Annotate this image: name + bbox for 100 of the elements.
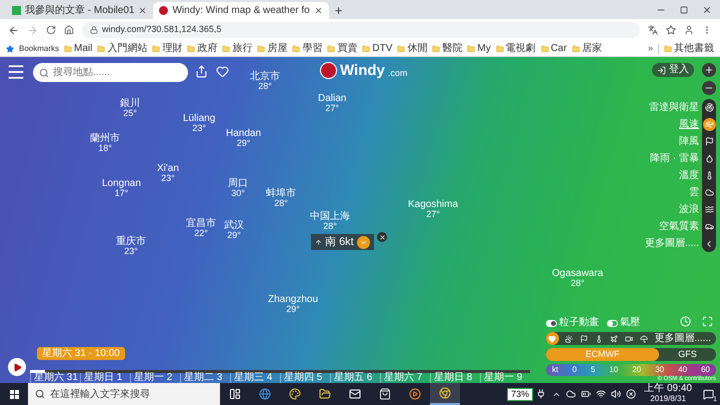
palette-icon [289, 388, 301, 400]
city-label: 重庆市 23° [116, 237, 146, 256]
heart-icon[interactable] [216, 65, 229, 78]
home-icon[interactable] [64, 25, 74, 35]
profile-icon[interactable] [684, 25, 694, 35]
folder-icon [97, 44, 106, 52]
login-button[interactable]: 登入 [652, 63, 694, 77]
wifi-icon[interactable] [596, 389, 606, 399]
bookmark-folder[interactable]: 休閒 [397, 44, 428, 54]
battery-indicator: 73% [507, 388, 534, 400]
bookmark-folder[interactable]: 其他書籤 [658, 44, 714, 54]
bookmark-folder[interactable]: 入門網站 [97, 44, 148, 54]
radar-icon [704, 103, 714, 112]
cloud-sun-icon [564, 334, 573, 342]
close-icon[interactable] [138, 6, 148, 15]
city-label: Dalian 27° [318, 94, 346, 113]
toggle-label: 氣壓 [620, 318, 640, 328]
bookmark-folder[interactable]: 學習 [292, 44, 322, 54]
dropdown-button[interactable] [356, 236, 370, 248]
close-icon[interactable] [314, 6, 323, 15]
play-button[interactable] [8, 358, 26, 376]
taskbar-app[interactable] [430, 383, 460, 405]
more-bookmarks-button[interactable]: » [648, 42, 653, 56]
wind-reading: 南 6kt [325, 236, 354, 248]
cloud-icon[interactable] [566, 389, 576, 399]
more-layers-link[interactable]: 更多圖層...... [654, 334, 711, 344]
legend-value: 20 [632, 366, 642, 374]
bookmark-folder[interactable]: 電視劇 [496, 44, 536, 54]
video-icon [625, 334, 634, 342]
flag-icon [704, 137, 714, 146]
restore-icon[interactable] [680, 6, 688, 14]
fullscreen-icon[interactable] [702, 316, 713, 327]
toggle-switch[interactable] [607, 320, 618, 326]
reload-icon[interactable] [46, 25, 56, 35]
bookmark-folder[interactable]: 房屋 [257, 44, 288, 54]
battery-icon[interactable] [581, 389, 592, 399]
translate-icon[interactable] [648, 25, 658, 35]
bookmark-folder[interactable]: 理財 [152, 44, 182, 54]
bookmark-folder[interactable]: Car [540, 44, 567, 54]
folder-icon [540, 44, 549, 52]
car-icon [704, 222, 714, 231]
legend-unit: kt [552, 366, 558, 374]
favorite-layer-button[interactable] [546, 332, 559, 345]
share-icon[interactable] [195, 65, 208, 78]
legend-value: 10 [609, 366, 618, 374]
new-tab-button[interactable]: + [328, 2, 348, 19]
bookmark-folder[interactable]: 醫院 [432, 44, 462, 54]
lock-icon [90, 26, 98, 34]
windows-icon [10, 390, 18, 398]
site-icon [159, 6, 168, 15]
folder-icon [496, 44, 504, 52]
url-field[interactable]: windy.com/?30.581,124.365,5 [82, 22, 640, 38]
error-icon[interactable] [626, 389, 636, 399]
bookmark-folder[interactable]: 買賣 [327, 44, 358, 54]
clock-icon[interactable] [680, 316, 691, 327]
layer-button[interactable] [702, 118, 716, 131]
folder-icon [64, 44, 72, 52]
browser-tab[interactable]: Windy: Wind map & weather fo [153, 2, 329, 19]
back-icon[interactable] [8, 24, 19, 36]
legend-value: 5 [590, 366, 596, 374]
task-view-icon [229, 388, 241, 400]
toggle-switch[interactable] [546, 320, 557, 326]
close-button[interactable] [377, 232, 387, 242]
bookmark-folder[interactable]: 旅行 [222, 44, 252, 54]
plane-icon [610, 334, 618, 342]
zoom-out-button[interactable] [702, 81, 716, 95]
layer-button[interactable] [702, 101, 716, 114]
bookmark-folder[interactable]: DTV [362, 44, 392, 54]
legend-value: 0 [572, 366, 577, 374]
city-label: 中国上海 28° [310, 212, 350, 231]
zoom-in-button[interactable] [702, 63, 716, 77]
bookmark-star-icon[interactable] [666, 25, 676, 35]
bookmark-folder[interactable]: 居家 [572, 44, 602, 54]
folder-icon [152, 44, 160, 52]
bookmark-folder[interactable]: Mail [64, 44, 92, 54]
city-label: Kagoshima 27° [408, 200, 458, 219]
model-option[interactable]: GFS [659, 348, 716, 361]
clock-area[interactable]: 上午 09:40 2019/8/31 [644, 384, 692, 404]
city-label: Zhangzhou 29° [268, 295, 318, 314]
city-label: 宜昌市 22° [186, 219, 216, 238]
bookmark-folder[interactable]: 政府 [187, 44, 218, 54]
toggle-label: 粒子動畫 [559, 318, 599, 328]
city-label: Lüliang 23° [183, 114, 216, 133]
close-icon[interactable] [702, 4, 712, 14]
tab-title: Windy: Wind map & weather fo [172, 6, 310, 16]
bookmark-folder[interactable]: My [467, 44, 491, 54]
folder-icon [327, 44, 336, 52]
folder-icon [397, 44, 406, 52]
search-field[interactable]: 搜尋地點...... [33, 63, 188, 82]
taskbar-search-field[interactable]: 在這裡輸入文字來搜尋 [28, 383, 220, 405]
folder-icon [664, 44, 672, 52]
close-icon [378, 234, 386, 240]
plug-icon [536, 389, 546, 399]
browser-icon [259, 388, 271, 400]
message-icon [702, 388, 714, 400]
umbrella-icon [640, 334, 648, 342]
bookmark-link[interactable]: Bookmarks [19, 42, 60, 54]
folder-icon [467, 44, 476, 52]
city-label: 北京市 28° [250, 72, 280, 91]
volume-icon[interactable] [611, 389, 622, 399]
